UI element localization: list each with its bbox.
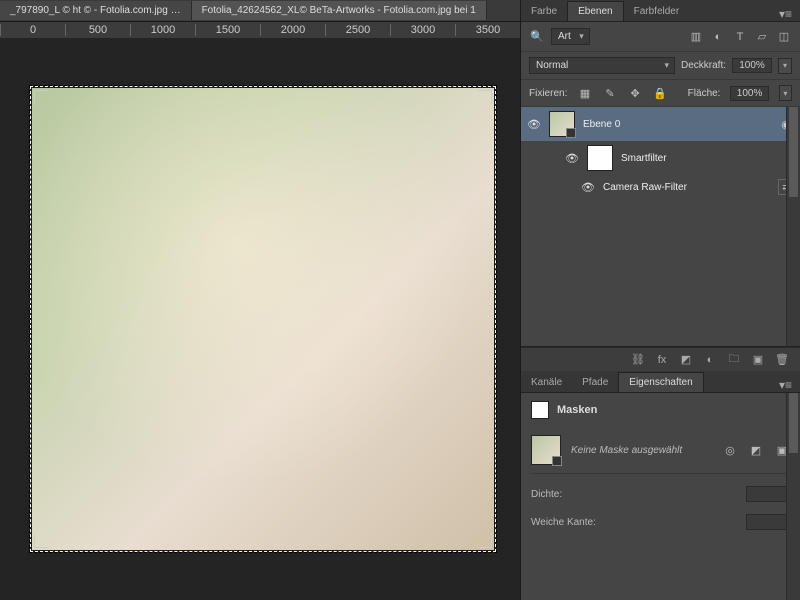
panels-column: Farbe Ebenen Farbfelder ▾≡ 🔍 Art ▥ ◐ T ▱…	[520, 0, 800, 600]
panel-menu-icon[interactable]: ▾≡	[771, 7, 800, 21]
filter-shape-icon[interactable]: ▱	[754, 29, 770, 45]
layers-filter-bar: 🔍 Art ▥ ◐ T ▱ ◫	[521, 22, 800, 52]
crop-handle-tr[interactable]	[478, 90, 492, 104]
layer-row-smartfilter[interactable]: 👁 Smartfilter	[521, 141, 800, 175]
opacity-stepper[interactable]: ▾	[778, 58, 792, 74]
document-tab-active[interactable]: Fotolia_42624562_XL© BeTa-Artworks - Fot…	[192, 1, 487, 20]
adjustment-layer-icon[interactable]: ◐	[702, 352, 718, 368]
layer-mask-icon[interactable]: ◩	[678, 352, 694, 368]
tab-eigenschaften[interactable]: Eigenschaften	[618, 372, 703, 392]
layer-row-ebene0[interactable]: 👁 Ebene 0 ◉	[521, 107, 800, 141]
layers-panel-tabs: Farbe Ebenen Farbfelder ▾≡	[521, 0, 800, 22]
layers-panel-footer: ⛓ fx ◩ ◐ 🗀 ▣ 🗑	[521, 347, 800, 371]
document-tab[interactable]: _797890_L © ht © - Fotolia.com.jpg …	[0, 1, 192, 20]
filter-mask-thumbnail[interactable]	[587, 145, 613, 171]
fill-value[interactable]: 100%	[730, 86, 768, 101]
filter-adjust-icon[interactable]: ◐	[710, 29, 726, 45]
tab-kanale[interactable]: Kanäle	[521, 373, 572, 392]
lock-position-icon[interactable]: ✥	[628, 85, 643, 101]
crop-handle-tl[interactable]	[34, 90, 48, 104]
feather-label: Weiche Kante:	[531, 517, 611, 528]
layer-scrollbar[interactable]	[786, 107, 800, 346]
add-pixel-mask-icon[interactable]: ◩	[748, 442, 764, 458]
lock-all-icon[interactable]: 🔒	[653, 85, 668, 101]
smart-object-badge	[566, 128, 576, 138]
masken-title: Masken	[557, 404, 597, 416]
search-icon: 🔍	[529, 29, 545, 45]
density-row: Dichte:	[531, 486, 790, 502]
new-layer-icon[interactable]: ▣	[750, 352, 766, 368]
tab-farbe[interactable]: Farbe	[521, 2, 567, 21]
layer-fx-icon[interactable]: fx	[654, 352, 670, 368]
properties-panel-body: Masken Keine Maske ausgewählt ◎ ◩ ▣ Dich…	[521, 393, 800, 600]
camera-raw-label[interactable]: Camera Raw-Filter	[603, 182, 770, 193]
no-mask-row: Keine Maske ausgewählt ◎ ◩ ▣	[531, 431, 790, 474]
lock-row: Fixieren: ▦ ✎ ✥ 🔒 Fläche: 100% ▾	[521, 80, 800, 107]
crop-handle-br[interactable]	[478, 534, 492, 548]
link-layers-icon[interactable]: ⛓	[630, 352, 646, 368]
new-group-icon[interactable]: 🗀	[726, 352, 742, 368]
panel-menu-icon[interactable]: ▾≡	[771, 378, 800, 392]
opacity-label: Deckkraft:	[681, 60, 726, 71]
layer-thumbnail[interactable]	[549, 111, 575, 137]
blend-mode-row: Normal Deckkraft: 100% ▾	[521, 52, 800, 80]
tab-ebenen[interactable]: Ebenen	[567, 1, 623, 21]
visibility-toggle[interactable]: 👁	[565, 152, 579, 165]
mask-preview-thumbnail	[531, 435, 561, 465]
density-label: Dichte:	[531, 489, 611, 500]
mask-select-icon[interactable]: ◎	[722, 442, 738, 458]
delete-layer-icon[interactable]: 🗑	[774, 352, 790, 368]
properties-scrollbar[interactable]	[786, 393, 800, 600]
lock-pixels-icon[interactable]: ▦	[577, 85, 592, 101]
lock-brush-icon[interactable]: ✎	[602, 85, 617, 101]
mask-mode-icon[interactable]	[531, 401, 549, 419]
horizontal-ruler: 0500100015002000250030003500	[0, 22, 520, 38]
opacity-value[interactable]: 100%	[732, 58, 772, 73]
filter-type-dropdown[interactable]: Art	[551, 28, 590, 45]
blend-mode-dropdown[interactable]: Normal	[529, 57, 675, 74]
tab-farbfelder[interactable]: Farbfelder	[624, 2, 690, 21]
visibility-toggle[interactable]: 👁	[527, 118, 541, 131]
canvas-image[interactable]	[32, 88, 494, 550]
tab-pfade[interactable]: Pfade	[572, 373, 618, 392]
layer-list: 👁 Ebene 0 ◉ 👁 Smartfilter 👁 Camera Raw-F…	[521, 107, 800, 347]
filter-smart-icon[interactable]: ◫	[776, 29, 792, 45]
selection-marquee	[30, 86, 496, 552]
canvas-area[interactable]	[0, 38, 520, 600]
filter-pixel-icon[interactable]: ▥	[688, 29, 704, 45]
feather-value[interactable]	[746, 514, 790, 530]
crop-handle-bl[interactable]	[34, 534, 48, 548]
lock-label: Fixieren:	[529, 88, 567, 99]
properties-panel-tabs: Kanäle Pfade Eigenschaften ▾≡	[521, 371, 800, 393]
density-value[interactable]	[746, 486, 790, 502]
fill-stepper[interactable]: ▾	[779, 85, 792, 101]
visibility-toggle[interactable]: 👁	[581, 181, 595, 194]
fill-label: Fläche:	[688, 88, 721, 99]
no-mask-label: Keine Maske ausgewählt	[571, 445, 712, 456]
layer-name[interactable]: Ebene 0	[583, 119, 770, 130]
layer-row-camera-raw[interactable]: 👁 Camera Raw-Filter ⇄	[521, 175, 800, 199]
filter-type-icon[interactable]: T	[732, 29, 748, 45]
feather-row: Weiche Kante:	[531, 514, 790, 530]
smartfilter-label: Smartfilter	[621, 153, 794, 164]
